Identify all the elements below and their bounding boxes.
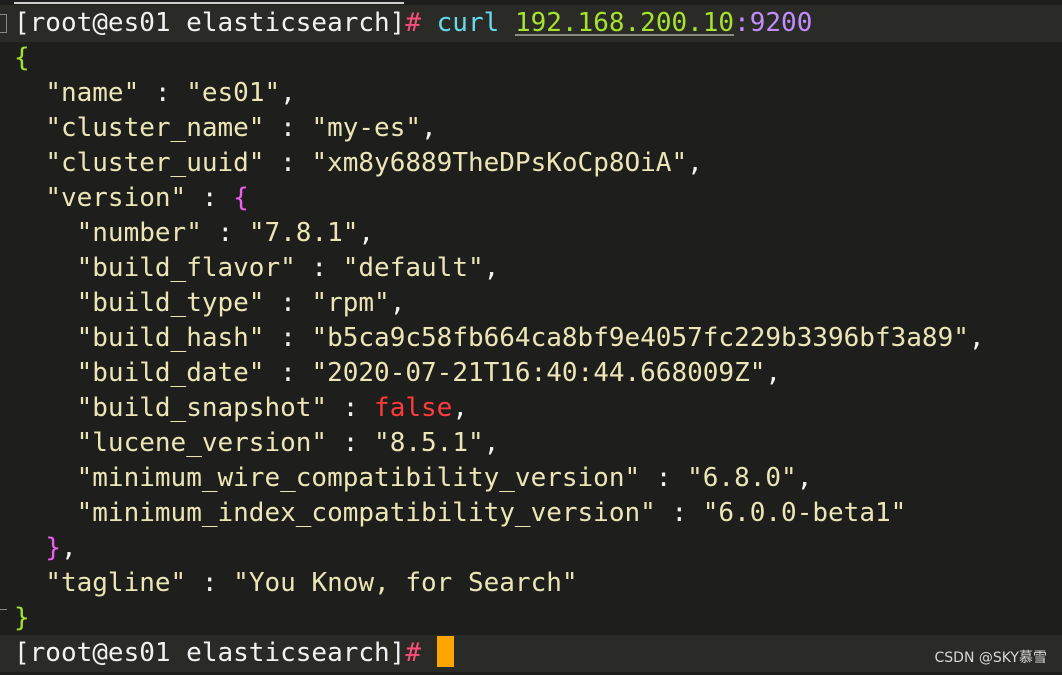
json-value: "xm8y6889TheDPsKoCp8OiA" <box>311 148 688 178</box>
json-key: "minimum_wire_compatibility_version" <box>76 463 641 493</box>
json-key: "build_date" <box>76 358 265 388</box>
json-nested-open-brace: { <box>233 183 249 213</box>
json-value: "6.8.0" <box>687 463 797 493</box>
output-line: "cluster_name" : "my-es", <box>45 113 437 143</box>
output-line: "build_snapshot" : false, <box>76 393 468 423</box>
output-line: "build_hash" : "b5ca9c58fb664ca8bf9e4057… <box>76 323 985 353</box>
prompt-hash: # <box>405 8 421 38</box>
command-name: curl <box>436 8 500 38</box>
json-close-brace: } <box>14 603 30 633</box>
output-line: "minimum_index_compatibility_version" : … <box>76 498 907 528</box>
json-key: "version" <box>45 183 187 213</box>
command-line[interactable]: [root@es01 elasticsearch]# <box>14 636 454 671</box>
json-key: "cluster_uuid" <box>45 148 265 178</box>
json-value: "b5ca9c58fb664ca8bf9e4057fc229b3396bf3a8… <box>311 323 969 353</box>
output-line: "version" : { <box>45 183 249 213</box>
command-colon: : <box>734 8 750 38</box>
output-line: "lucene_version" : "8.5.1", <box>76 428 500 458</box>
json-value: "my-es" <box>311 113 422 143</box>
watermark: CSDN @SKY慕雪 <box>934 650 1048 666</box>
output-line: { <box>14 41 30 76</box>
prompt-user-host: [root@es01 elasticsearch] <box>14 8 406 38</box>
json-key: "name" <box>45 78 140 108</box>
json-value: "rpm" <box>311 288 390 318</box>
json-value: "8.5.1" <box>374 428 484 458</box>
json-key: "tagline" <box>45 568 187 598</box>
previous-output-remnant <box>14 0 404 4</box>
line-marker <box>0 14 7 33</box>
output-line: "number" : "7.8.1", <box>76 218 375 248</box>
output-line: "build_type" : "rpm", <box>76 288 406 318</box>
json-key: "lucene_version" <box>76 428 328 458</box>
json-key: "cluster_name" <box>45 113 265 143</box>
output-line: "cluster_uuid" : "xm8y6889TheDPsKoCp8OiA… <box>45 148 703 178</box>
output-line: "name" : "es01", <box>45 78 296 108</box>
json-key: "build_type" <box>76 288 265 318</box>
json-key: "minimum_index_compatibility_version" <box>76 498 656 528</box>
command-line: [root@es01 elasticsearch]# curl 192.168.… <box>14 6 812 41</box>
output-line: } <box>14 601 30 636</box>
json-key: "number" <box>76 218 202 248</box>
command-ip: 192.168.200.10 <box>514 8 735 38</box>
output-line: "build_date" : "2020-07-21T16:40:44.6680… <box>76 358 782 388</box>
prompt-hash: # <box>405 638 421 668</box>
json-value: "default" <box>342 253 484 283</box>
json-value: "6.0.0-beta1" <box>702 498 907 528</box>
json-nested-close-brace: } <box>45 533 61 563</box>
prompt-user-host: [root@es01 elasticsearch] <box>14 638 406 668</box>
json-boolean-value: false <box>374 393 453 423</box>
json-key: "build_flavor" <box>76 253 296 283</box>
line-marker <box>0 609 7 610</box>
json-value: "You Know, for Search" <box>233 568 578 598</box>
json-key: "build_snapshot" <box>76 393 328 423</box>
output-line: }, <box>45 533 77 563</box>
json-open-brace: { <box>14 43 30 73</box>
output-line: "tagline" : "You Know, for Search" <box>45 568 578 598</box>
command-port: 9200 <box>749 8 813 38</box>
json-value: "7.8.1" <box>248 218 359 248</box>
json-key: "build_hash" <box>76 323 265 353</box>
text-cursor[interactable] <box>436 636 454 667</box>
output-line: "build_flavor" : "default", <box>76 253 500 283</box>
json-value: "es01" <box>186 78 281 108</box>
json-value: "2020-07-21T16:40:44.668009Z" <box>311 358 766 388</box>
output-line: "minimum_wire_compatibility_version" : "… <box>76 463 813 493</box>
terminal-window[interactable]: [root@es01 elasticsearch]# curl 192.168.… <box>0 0 1062 675</box>
